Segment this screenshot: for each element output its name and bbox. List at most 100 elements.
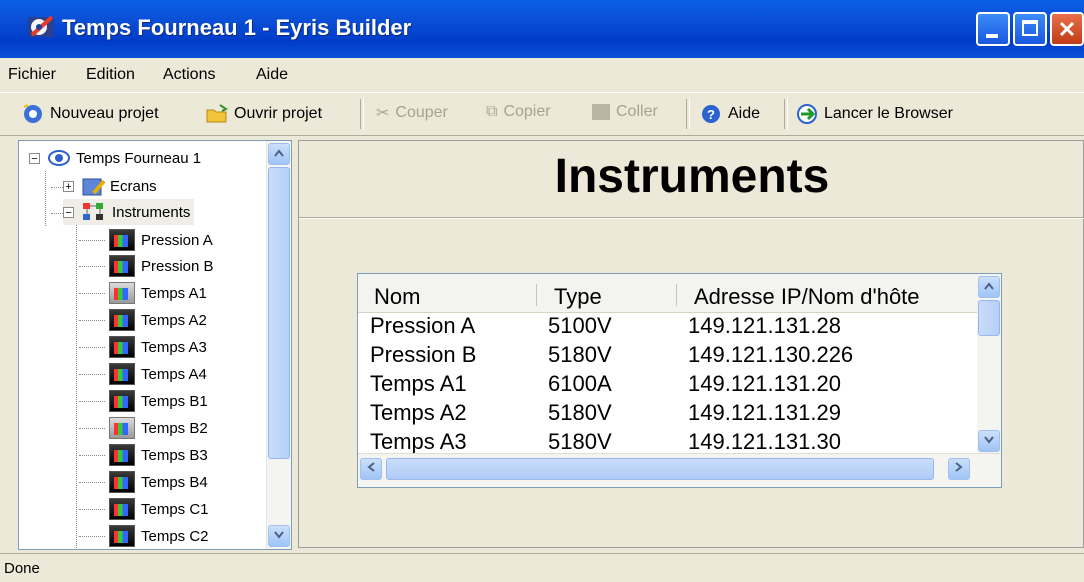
tree-item-temps-b3[interactable]: Temps B3 (79, 442, 208, 468)
title-bar[interactable]: Temps Fourneau 1 - Eyris Builder (0, 0, 1084, 58)
instrument-icon (109, 525, 135, 547)
table-row[interactable]: Pression B 5180V 149.121.130.226 (358, 341, 978, 370)
close-button[interactable] (1050, 12, 1084, 46)
table-horizontal-scrollbar[interactable] (358, 453, 1001, 487)
toolbar-separator (686, 99, 690, 129)
tree-root[interactable]: − Temps Fourneau 1 (29, 145, 201, 171)
help-icon: ? (702, 105, 720, 123)
cell-address: 149.121.130.226 (688, 342, 854, 367)
new-project-icon (23, 104, 42, 123)
app-icon (28, 15, 54, 37)
table-vertical-scrollbar[interactable] (977, 274, 1001, 454)
cell-type: 6100A (548, 371, 612, 396)
copy-label: Copier (503, 103, 551, 120)
scroll-right-button[interactable] (948, 458, 970, 480)
tree-item-temps-a4[interactable]: Temps A4 (79, 361, 207, 387)
menu-edition[interactable]: Edition (86, 66, 135, 84)
tree-item-label: Temps A4 (141, 365, 207, 383)
scroll-up-button[interactable] (978, 276, 1000, 298)
scroll-down-button[interactable] (978, 430, 1000, 452)
chevron-up-icon (984, 282, 994, 290)
tree-connector (79, 292, 105, 294)
tree-connector (79, 535, 105, 537)
instrument-icon (109, 498, 135, 520)
cell-address: 149.121.131.30 (688, 429, 841, 454)
table-row[interactable]: Temps A2 5180V 149.121.131.29 (358, 399, 978, 428)
launch-browser-button[interactable]: Lancer le Browser (796, 103, 953, 125)
new-project-button[interactable]: Nouveau projet (22, 103, 159, 125)
copy-button[interactable]: ⧉ Copier (486, 103, 551, 121)
cut-button[interactable]: ✂ Couper (376, 103, 448, 123)
scroll-thumb[interactable] (386, 458, 934, 480)
cell-address: 149.121.131.29 (688, 400, 841, 425)
scroll-thumb[interactable] (268, 167, 290, 459)
instruments-table[interactable]: Nom Type Adresse IP/Nom d'hôte Pression … (357, 273, 1002, 488)
tree-item-label: Instruments (112, 203, 191, 221)
tree-item-temps-c1[interactable]: Temps C1 (79, 496, 209, 522)
launch-browser-label: Lancer le Browser (824, 105, 953, 122)
cell-nom: Temps A2 (370, 400, 467, 425)
paste-button[interactable]: Coller (592, 103, 658, 121)
minimize-button[interactable] (976, 12, 1010, 46)
tree-connector (79, 481, 105, 483)
table-row[interactable]: Pression A 5100V 149.121.131.28 (358, 312, 978, 341)
instrument-icon (109, 363, 135, 385)
column-separator[interactable] (676, 284, 677, 306)
expand-icon[interactable]: + (63, 180, 74, 192)
tree-connector (79, 373, 105, 375)
instrument-icon (109, 282, 135, 304)
tree-connector (79, 346, 105, 348)
help-button[interactable]: ? Aide (700, 103, 760, 125)
scroll-left-button[interactable] (360, 458, 382, 480)
maximize-button[interactable] (1013, 12, 1047, 46)
collapse-icon[interactable]: − (29, 152, 40, 164)
tree-item-temps-b1[interactable]: Temps B1 (79, 388, 208, 414)
project-eye-icon (48, 150, 70, 166)
chevron-right-icon (955, 462, 963, 472)
chevron-down-icon (984, 436, 994, 444)
tree-item-instruments[interactable]: − Instruments (63, 199, 195, 225)
menu-actions[interactable]: Actions (163, 66, 215, 84)
column-header-nom[interactable]: Nom (374, 284, 420, 310)
tree-item-temps-a1[interactable]: Temps A1 (79, 280, 207, 306)
tree-connector (79, 265, 105, 267)
instrument-icon (109, 336, 135, 358)
tree-item-pression-a[interactable]: Pression A (79, 227, 213, 253)
menu-bar: Fichier Edition Actions Aide (0, 58, 1084, 93)
copy-icon: ⧉ (486, 103, 498, 120)
menu-fichier[interactable]: Fichier (8, 66, 56, 84)
cell-type: 5180V (548, 400, 612, 425)
cell-type: 5180V (548, 342, 612, 367)
open-project-button[interactable]: Ouvrir projet (206, 103, 322, 125)
maximize-icon (1022, 20, 1038, 36)
table-row[interactable]: Temps A1 6100A 149.121.131.20 (358, 370, 978, 399)
tree-item-label: Pression A (141, 231, 213, 249)
paste-icon (592, 104, 610, 120)
column-header-adresse[interactable]: Adresse IP/Nom d'hôte (694, 284, 920, 310)
tree-item-label: Temps C1 (141, 500, 209, 518)
tree-item-ecrans[interactable]: + Ecrans (63, 173, 157, 199)
tree-item-temps-a2[interactable]: Temps A2 (79, 307, 207, 333)
tree-item-temps-a3[interactable]: Temps A3 (79, 334, 207, 360)
tree-item-pression-b[interactable]: Pression B (79, 253, 214, 279)
cell-address: 149.121.131.20 (688, 371, 841, 396)
tree-item-label: Temps A3 (141, 338, 207, 356)
cut-label: Couper (395, 104, 448, 121)
tree-item-label: Ecrans (110, 177, 157, 195)
menu-aide[interactable]: Aide (256, 66, 288, 84)
cell-type: 5180V (548, 429, 612, 454)
project-tree[interactable]: − Temps Fourneau 1 + Ecrans − Instrument… (18, 140, 292, 550)
open-project-label: Ouvrir projet (234, 105, 323, 122)
column-header-type[interactable]: Type (554, 284, 602, 310)
scroll-down-button[interactable] (268, 525, 290, 547)
scroll-thumb[interactable] (978, 300, 1000, 336)
tree-vertical-scrollbar[interactable] (266, 141, 291, 549)
collapse-icon[interactable]: − (63, 206, 74, 218)
tree-item-temps-c2[interactable]: Temps C2 (79, 523, 209, 549)
divider (299, 217, 1084, 219)
tree-item-temps-b4[interactable]: Temps B4 (79, 469, 208, 495)
tree-item-temps-b2[interactable]: Temps B2 (79, 415, 208, 441)
scroll-up-button[interactable] (268, 143, 290, 165)
column-separator[interactable] (536, 284, 537, 306)
instruments-network-icon (83, 203, 103, 220)
